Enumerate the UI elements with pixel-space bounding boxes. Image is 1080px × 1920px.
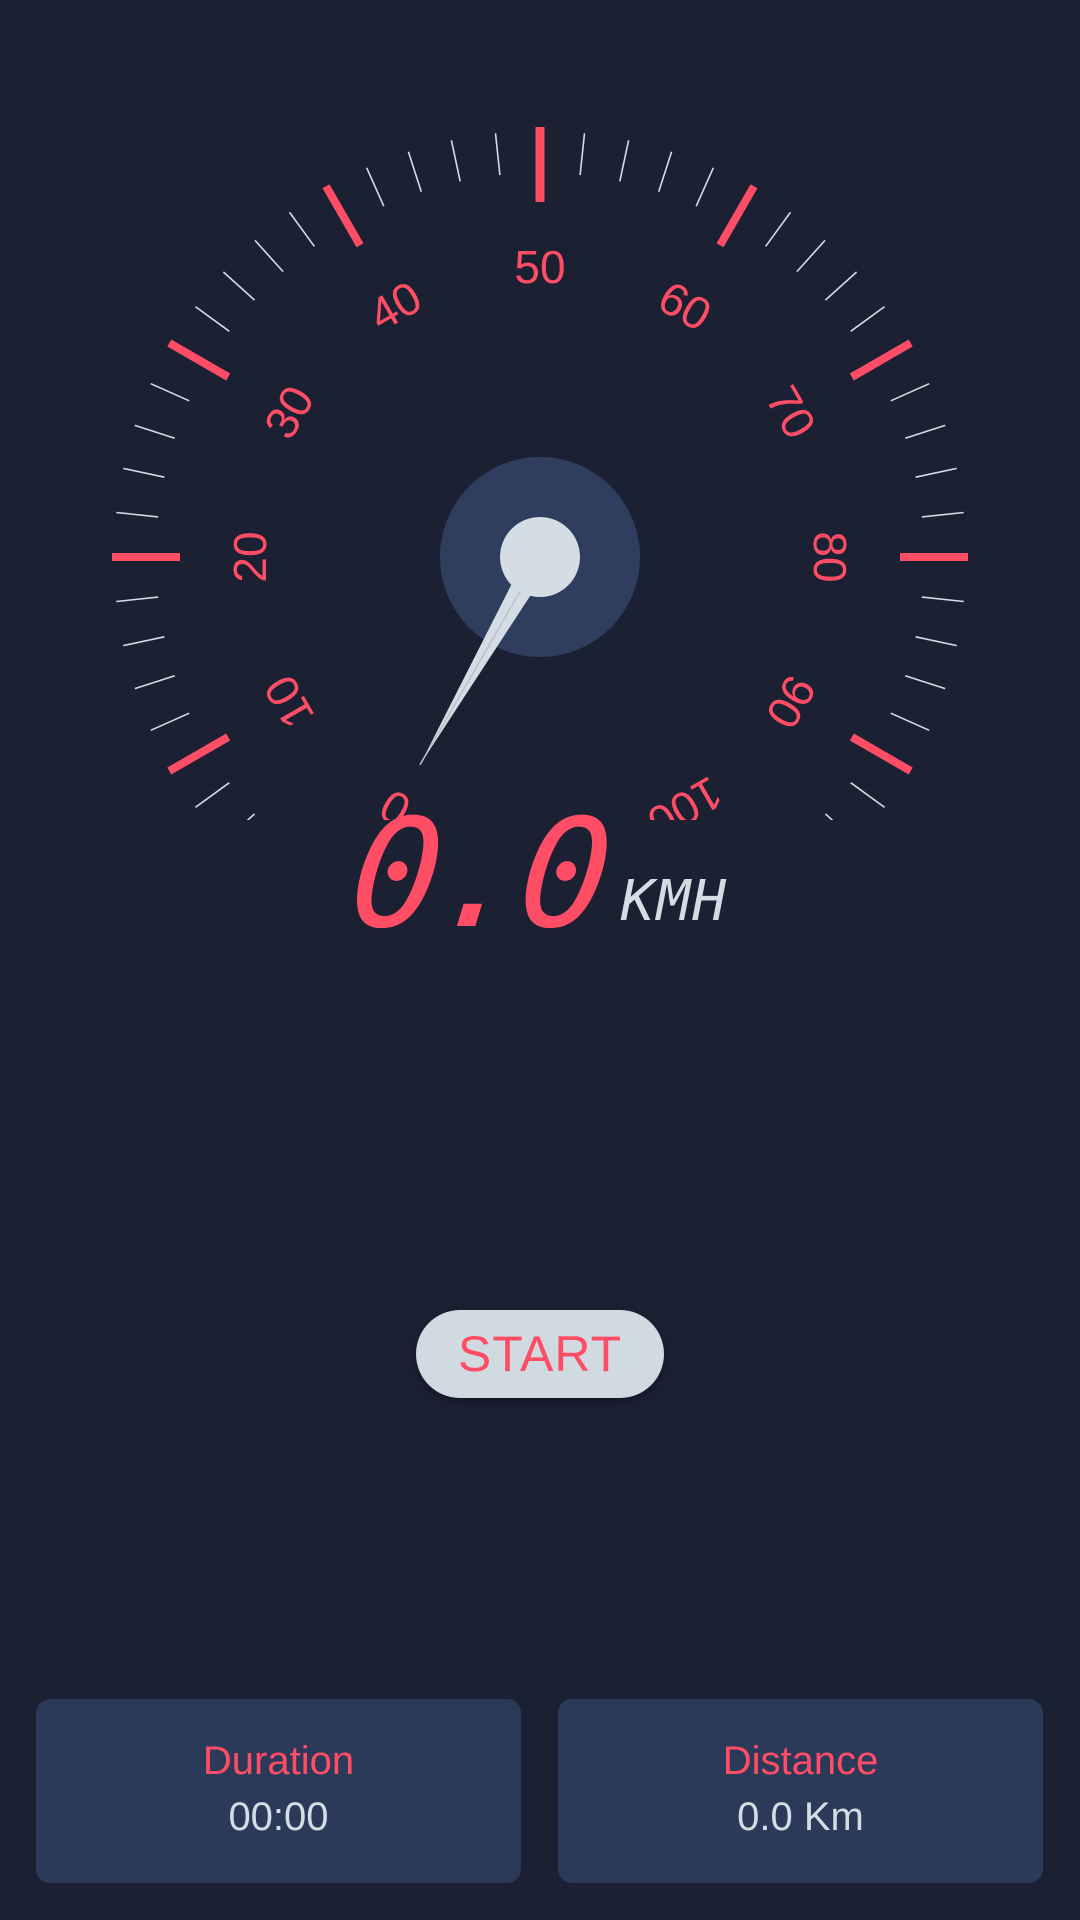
major-tick <box>167 733 231 775</box>
minor-tick <box>450 140 461 182</box>
minor-tick <box>619 140 630 182</box>
major-tick <box>849 733 913 775</box>
minor-tick <box>904 424 946 440</box>
minor-tick <box>116 511 159 518</box>
tick-label: 70 <box>756 377 827 447</box>
tick-label: 80 <box>804 531 856 582</box>
minor-tick <box>123 467 165 478</box>
minor-tick <box>579 133 586 176</box>
minor-tick <box>850 305 886 332</box>
start-button[interactable]: START <box>416 1310 664 1398</box>
major-tick <box>322 184 364 248</box>
minor-tick <box>657 151 673 193</box>
minor-tick <box>824 271 858 301</box>
minor-tick <box>494 133 501 176</box>
tick-label: 40 <box>360 271 430 342</box>
duration-value: 00:00 <box>228 1795 329 1839</box>
major-tick <box>849 339 913 381</box>
duration-card: Duration 00:00 <box>36 1699 521 1883</box>
minor-tick <box>904 674 946 690</box>
speedometer-gauge: 0102030405060708090100 <box>112 127 968 820</box>
minor-tick <box>365 167 385 207</box>
speedometer-screen: 0 10 20 30 40 50 60 70 80 90 100 0.0 KMH START Dur… <box>0 0 1080 1920</box>
distance-label: Distance <box>722 1739 879 1783</box>
gauge-hub-cap <box>500 517 580 597</box>
distance-value: 0.0 Km <box>737 1795 864 1839</box>
speed-value: 0.0 <box>342 788 615 962</box>
minor-tick <box>150 712 190 732</box>
minor-tick <box>407 151 423 193</box>
speed-unit: KMH <box>620 869 729 934</box>
minor-tick <box>222 271 256 301</box>
minor-tick <box>921 596 964 603</box>
minor-tick <box>921 511 964 518</box>
speed-readout: 0.0 KMH <box>0 788 1080 962</box>
minor-tick <box>116 596 159 603</box>
minor-tick <box>134 674 176 690</box>
duration-label: Duration <box>202 1739 355 1783</box>
tick-label: 50 <box>514 241 565 293</box>
minor-tick <box>890 382 930 402</box>
minor-tick <box>915 636 957 647</box>
minor-tick <box>915 467 957 478</box>
minor-tick <box>123 636 165 647</box>
minor-tick <box>134 424 176 440</box>
tick-label: 60 <box>650 271 720 342</box>
minor-tick <box>890 712 930 732</box>
major-tick <box>716 184 758 248</box>
major-tick <box>167 339 231 381</box>
minor-tick <box>194 305 230 332</box>
minor-tick <box>765 211 792 247</box>
minor-tick <box>254 239 284 273</box>
tick-label: 10 <box>254 667 325 737</box>
tick-label: 20 <box>224 531 276 582</box>
minor-tick <box>796 239 826 273</box>
minor-tick <box>288 211 315 247</box>
tick-label: 90 <box>756 667 827 737</box>
tick-label: 30 <box>254 377 325 447</box>
distance-card: Distance 0.0 Km <box>558 1699 1043 1883</box>
minor-tick <box>695 167 715 207</box>
minor-tick <box>150 382 190 402</box>
